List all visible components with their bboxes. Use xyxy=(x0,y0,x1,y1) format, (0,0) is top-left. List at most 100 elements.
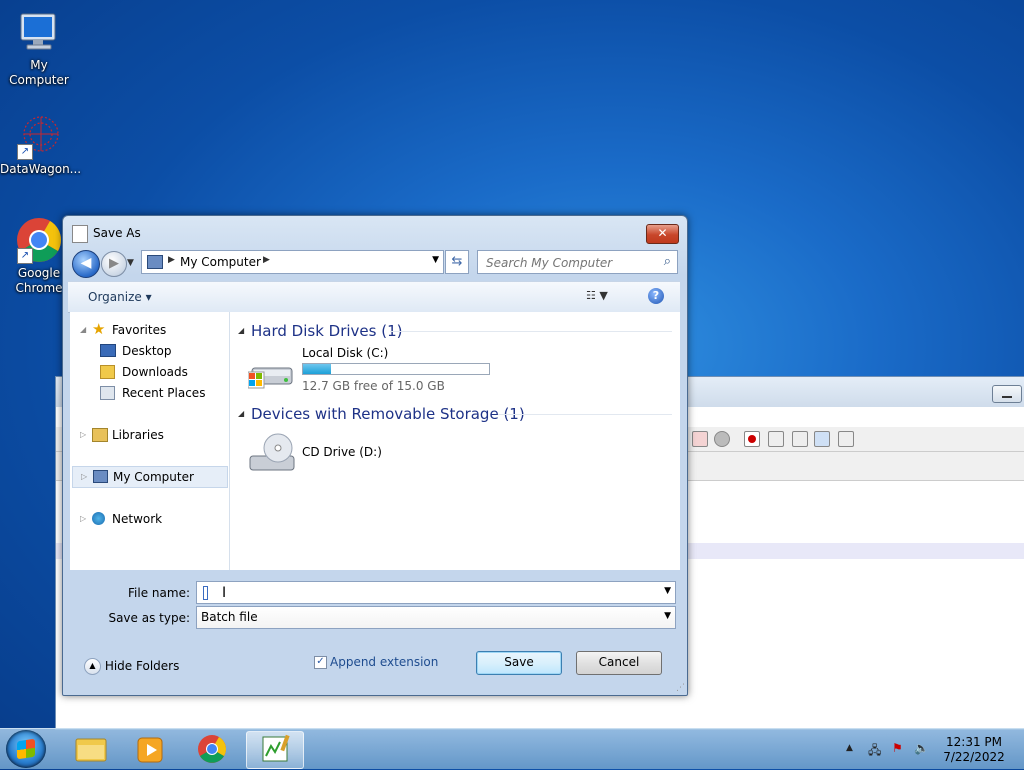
search-input[interactable] xyxy=(484,253,658,273)
media-player-icon xyxy=(137,737,163,763)
recent-places-icon xyxy=(100,386,115,400)
file-name-input[interactable] xyxy=(201,583,645,602)
chevron-right-icon[interactable]: ▶ xyxy=(263,255,270,265)
view-list-icon: ☷ xyxy=(586,289,596,302)
computer-icon xyxy=(15,8,63,56)
hide-folders-button[interactable]: ▲ Hide Folders xyxy=(84,658,179,675)
chevron-up-icon: ▲ xyxy=(84,658,101,675)
volume-icon[interactable]: 🔈 xyxy=(914,741,929,755)
group-header-removable-storage[interactable]: Devices with Removable Storage (1) xyxy=(251,405,525,423)
taskbar-chrome[interactable] xyxy=(184,731,240,767)
save-as-type-label: Save as type: xyxy=(108,611,190,625)
nav-item-favorites[interactable]: ◢ ★ Favorites xyxy=(70,320,227,340)
nav-item-downloads[interactable]: Downloads xyxy=(70,362,227,382)
play-icon[interactable] xyxy=(792,431,808,447)
chrome-icon xyxy=(198,735,226,763)
navigation-pane: ◢ ★ Favorites Desktop Downloads Recent P… xyxy=(70,312,230,570)
drive-cd-drive-d[interactable]: CD Drive (D:) xyxy=(240,430,440,480)
arrow-left-icon: ◀ xyxy=(80,255,92,271)
nav-item-libraries[interactable]: ▷ Libraries xyxy=(70,425,227,445)
taskbar-media-player[interactable] xyxy=(122,731,178,767)
fast-forward-icon[interactable] xyxy=(814,431,830,447)
search-box[interactable]: ⌕ xyxy=(477,250,678,274)
save-form: File name: I ▼ Save as type: Batch file … xyxy=(68,571,680,689)
desktop-icon-my-computer[interactable]: My Computer xyxy=(0,8,78,88)
star-icon: ★ xyxy=(92,320,106,338)
collapse-group-icon[interactable]: ◢ xyxy=(238,326,244,335)
checkmark-icon[interactable]: ✓ xyxy=(314,656,327,669)
editor-icon xyxy=(262,734,290,762)
address-bar[interactable]: ▶ My Computer ▶ ▼ xyxy=(141,250,444,274)
settings-icon[interactable] xyxy=(838,431,854,447)
save-button[interactable]: Save xyxy=(476,651,562,675)
collapse-group-icon[interactable]: ◢ xyxy=(238,409,244,418)
expand-arrow-icon[interactable]: ◢ xyxy=(80,320,86,340)
expand-arrow-icon[interactable]: ▷ xyxy=(80,509,86,529)
disc-icon[interactable] xyxy=(714,431,730,447)
show-hidden-icons-icon[interactable]: ▲ xyxy=(846,743,853,753)
cancel-button[interactable]: Cancel xyxy=(576,651,662,675)
append-extension-checkbox[interactable]: ✓ Append extension xyxy=(314,655,438,669)
drive-name: Local Disk (C:) xyxy=(302,346,389,360)
clock-time: 12:31 PM xyxy=(946,735,1002,749)
chrome-icon: ↗ xyxy=(15,216,63,264)
taskbar-explorer[interactable] xyxy=(62,731,118,767)
taskbar-script-editor[interactable] xyxy=(246,731,304,769)
computer-icon xyxy=(147,255,163,269)
desktop-icon-datawagon[interactable]: ↗ DataWagon... xyxy=(0,112,82,177)
forward-button[interactable]: ▶ xyxy=(101,251,127,277)
save-as-dialog: Save As ✕ ◀ ▶ ▼ ▶ My Computer ▶ ▼ ⇆ ⌕ Or… xyxy=(62,215,688,696)
change-view-button[interactable]: ☷ ▼ xyxy=(586,289,608,302)
chevron-down-icon[interactable]: ▼ xyxy=(664,611,671,621)
breadcrumb-my-computer[interactable]: My Computer xyxy=(180,255,261,269)
system-clock[interactable]: 12:31 PM 7/22/2022 xyxy=(940,735,1008,765)
nav-item-network[interactable]: ▷ Network xyxy=(70,509,227,529)
search-icon[interactable]: ⌕ xyxy=(664,254,671,269)
computer-icon xyxy=(93,470,108,483)
close-button[interactable]: ✕ xyxy=(646,224,679,244)
arrow-right-icon: ▶ xyxy=(109,256,119,271)
clock-date: 7/22/2022 xyxy=(943,750,1005,764)
refresh-button[interactable]: ⇆ xyxy=(445,250,469,274)
network-tray-icon[interactable]: 🖧 xyxy=(868,741,881,762)
nav-item-recent-places[interactable]: Recent Places xyxy=(70,383,227,403)
content-pane: ◢ Hard Disk Drives (1) Local Disk (C:) 1… xyxy=(230,312,680,570)
expand-arrow-icon[interactable]: ▷ xyxy=(80,425,86,445)
save-as-type-select[interactable]: Batch file ▼ xyxy=(196,606,676,629)
nav-item-my-computer[interactable]: ▷ My Computer xyxy=(72,466,228,488)
dialog-title: Save As xyxy=(93,226,141,240)
drive-local-disk-c[interactable]: Local Disk (C:) 12.7 GB free of 15.0 GB xyxy=(240,346,520,396)
windows-logo-icon xyxy=(17,738,35,760)
append-extension-label: Append extension xyxy=(330,655,439,669)
taskbar: ▲ 🖧 ⚑ 🔈 12:31 PM 7/22/2022 xyxy=(0,728,1024,769)
resize-grip-icon[interactable]: ⋰ xyxy=(676,683,685,693)
start-button[interactable] xyxy=(6,730,46,768)
expand-arrow-icon[interactable]: ▷ xyxy=(81,467,87,487)
stop-icon[interactable] xyxy=(768,431,784,447)
close-icon: ✕ xyxy=(657,226,668,240)
drive-name: CD Drive (D:) xyxy=(302,445,382,459)
hide-folders-label: Hide Folders xyxy=(104,659,180,673)
minimize-button[interactable] xyxy=(992,385,1022,403)
group-header-hard-disk-drives[interactable]: Hard Disk Drives (1) xyxy=(251,322,402,340)
folder-icon[interactable] xyxy=(692,431,708,447)
action-center-flag-icon[interactable]: ⚑ xyxy=(892,741,903,755)
chevron-down-icon[interactable]: ▼ xyxy=(664,586,671,596)
file-name-label: File name: xyxy=(128,586,190,600)
shortcut-arrow-icon: ↗ xyxy=(17,248,33,264)
chevron-right-icon[interactable]: ▶ xyxy=(168,255,175,265)
recent-locations-dropdown[interactable]: ▼ xyxy=(127,258,134,268)
refresh-icon: ⇆ xyxy=(451,254,463,269)
save-as-type-value: Batch file xyxy=(201,610,258,624)
desktop-icon-label: DataWagon... xyxy=(0,162,82,176)
back-button[interactable]: ◀ xyxy=(72,250,100,278)
help-icon[interactable]: ? xyxy=(648,288,664,304)
command-bar: Organize ▾ ☷ ▼ ? xyxy=(68,281,680,313)
nav-item-desktop[interactable]: Desktop xyxy=(70,341,227,361)
file-name-combobox[interactable]: I ▼ xyxy=(196,581,676,604)
network-icon xyxy=(92,512,105,525)
folder-icon xyxy=(100,365,115,379)
record-icon[interactable] xyxy=(744,431,760,447)
organize-button[interactable]: Organize ▾ xyxy=(88,290,152,304)
address-dropdown-icon[interactable]: ▼ xyxy=(432,255,439,265)
